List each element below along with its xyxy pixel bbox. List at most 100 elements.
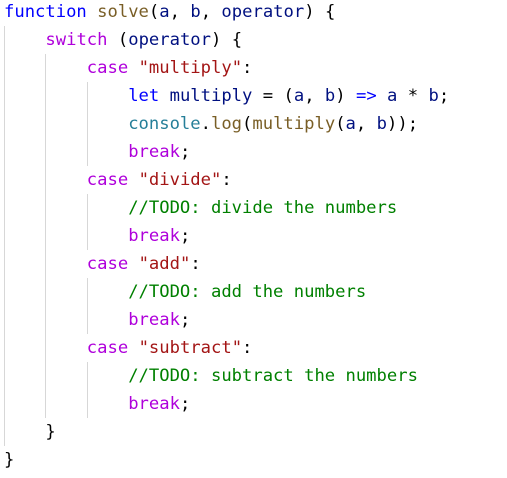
code-line: } (4, 418, 56, 446)
code-line: let multiply = (a, b) => a * b; (4, 82, 449, 110)
code-token: a (345, 114, 356, 134)
code-token: case (86, 170, 129, 190)
code-token: operator (221, 2, 305, 22)
code-token: : (190, 254, 201, 274)
code-token: ) (397, 114, 408, 134)
code-token: , (200, 2, 212, 22)
code-token: case (86, 338, 129, 358)
code-line: break; (4, 306, 190, 334)
code-token: ( (242, 114, 253, 134)
code-token: ; (407, 114, 419, 134)
code-line: } (4, 446, 14, 474)
code-token: ) (386, 114, 398, 134)
code-token: , (355, 114, 367, 134)
code-line: case "subtract": (4, 334, 253, 362)
code-token: = (262, 86, 274, 106)
code-token: ( (117, 30, 129, 50)
code-token: ; (179, 142, 191, 162)
code-token: //TODO: divide the numbers (128, 198, 398, 218)
code-token: switch (45, 30, 108, 50)
code-token: { (324, 2, 336, 22)
code-token: b (428, 86, 439, 106)
code-token: break (128, 310, 180, 330)
code-token: "multiply" (138, 58, 243, 78)
code-token: ( (283, 86, 294, 106)
code-token: ) (335, 86, 346, 106)
code-line: console.log(multiply(a, b)); (4, 110, 418, 138)
code-token: solve (97, 2, 149, 22)
code-token: : (221, 170, 232, 190)
code-token: console (128, 114, 201, 134)
code-token: break (128, 226, 180, 246)
code-line: case "divide": (4, 166, 232, 194)
code-token: ; (179, 226, 191, 246)
code-token: : (242, 58, 253, 78)
code-token: ; (179, 310, 191, 330)
code-token: //TODO: subtract the numbers (128, 366, 418, 386)
code-line: //TODO: add the numbers (4, 278, 366, 306)
code-token: } (4, 450, 15, 470)
code-token: let (128, 86, 160, 106)
code-token: b (376, 114, 387, 134)
code-token: ; (179, 394, 191, 414)
code-token: multiply (252, 114, 336, 134)
code-token: break (128, 394, 180, 414)
code-token: b (190, 2, 201, 22)
code-token: . (200, 114, 211, 134)
code-token: "subtract" (138, 338, 243, 358)
code-line: break; (4, 222, 190, 250)
code-line: //TODO: subtract the numbers (4, 362, 418, 390)
code-token: ( (148, 2, 160, 22)
code-token: ; (438, 86, 450, 106)
code-token: => (355, 86, 377, 106)
code-line: case "add": (4, 250, 201, 278)
code-token: a (159, 2, 170, 22)
code-token: ( (335, 114, 346, 134)
code-token: } (45, 422, 56, 442)
code-token: log (210, 114, 243, 134)
code-token: : (242, 338, 253, 358)
code-line: case "multiply": (4, 54, 253, 82)
code-token: function (4, 2, 87, 22)
code-token: break (128, 142, 180, 162)
code-token: ) (211, 30, 222, 50)
code-line: //TODO: divide the numbers (4, 194, 397, 222)
code-token: case (86, 254, 129, 274)
code-token: a (293, 86, 305, 106)
code-token: , (304, 86, 315, 106)
code-line: function solve(a, b, operator) { (4, 0, 335, 26)
code-token: b (324, 86, 336, 106)
code-editor[interactable]: function solve(a, b, operator) { switch … (0, 0, 507, 478)
code-line: switch (operator) { (4, 26, 242, 54)
code-line: break; (4, 138, 190, 166)
code-token: case (86, 58, 129, 78)
